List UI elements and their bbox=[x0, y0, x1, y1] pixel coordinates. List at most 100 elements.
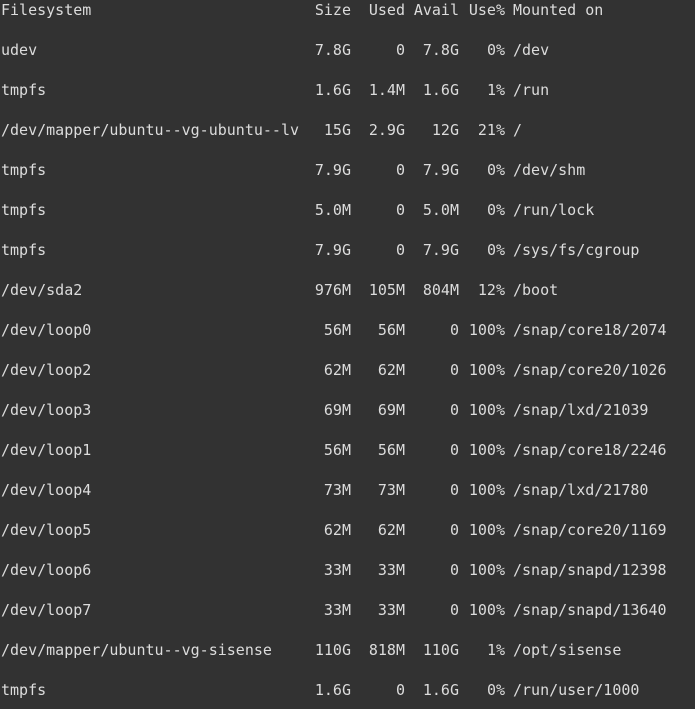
use-pct-cell: 21% bbox=[477, 121, 505, 139]
size-cell: 73M bbox=[323, 481, 351, 499]
mounted-on-cell: /sys/fs/cgroup bbox=[513, 241, 640, 259]
use-pct-cell: 100% bbox=[468, 401, 505, 419]
use-pct-cell: 0% bbox=[486, 201, 505, 219]
filesystem-cell: /dev/mapper/ubuntu--vg-ubuntu--lv bbox=[1, 121, 300, 139]
avail-cell: 0 bbox=[449, 601, 459, 619]
df-row: /dev/sda2 976M 105M 804M 12% /boot bbox=[0, 280, 695, 300]
used-cell: 73M bbox=[377, 481, 405, 499]
use-pct-cell: 100% bbox=[468, 361, 505, 379]
use-pct-cell: 12% bbox=[477, 281, 505, 299]
header-mounted-on: Mounted on bbox=[513, 1, 604, 19]
mounted-on-cell: /opt/sisense bbox=[513, 641, 622, 659]
df-row: /dev/loop1 56M 56M 0 100% /snap/core18/2246 bbox=[0, 440, 695, 460]
df-row: /dev/loop4 73M 73M 0 100% /snap/lxd/21780 bbox=[0, 480, 695, 500]
mounted-on-cell: /snap/core18/2074 bbox=[513, 321, 667, 339]
header-filesystem: Filesystem bbox=[1, 1, 92, 19]
filesystem-cell: /dev/loop3 bbox=[1, 401, 92, 419]
filesystem-cell: /dev/mapper/ubuntu--vg-sisense bbox=[1, 641, 272, 659]
mounted-on-cell: /snap/lxd/21780 bbox=[513, 481, 649, 499]
size-cell: 7.8G bbox=[314, 41, 351, 59]
mounted-on-cell: /snap/snapd/12398 bbox=[513, 561, 667, 579]
mounted-on-cell: /run/lock bbox=[513, 201, 595, 219]
filesystem-cell: tmpfs bbox=[1, 241, 47, 259]
avail-cell: 1.6G bbox=[422, 681, 459, 699]
df-row: /dev/mapper/ubuntu--vg-ubuntu--lv 15G 2.9G… bbox=[0, 120, 695, 140]
avail-cell: 0 bbox=[449, 441, 459, 459]
df-row: /dev/loop5 62M 62M 0 100% /snap/core20/1169 bbox=[0, 520, 695, 540]
mounted-on-cell: /boot bbox=[513, 281, 559, 299]
mounted-on-cell: /snap/core20/1169 bbox=[513, 521, 667, 539]
header-avail: Avail bbox=[413, 1, 459, 19]
header-used: Used bbox=[368, 1, 405, 19]
mounted-on-cell: / bbox=[513, 121, 523, 139]
size-cell: 33M bbox=[323, 561, 351, 579]
use-pct-cell: 100% bbox=[468, 481, 505, 499]
size-cell: 56M bbox=[323, 321, 351, 339]
mounted-on-cell: /dev bbox=[513, 41, 550, 59]
used-cell: 0 bbox=[395, 681, 405, 699]
use-pct-cell: 0% bbox=[486, 41, 505, 59]
df-row: /dev/loop3 69M 69M 0 100% /snap/lxd/21039 bbox=[0, 400, 695, 420]
use-pct-cell: 1% bbox=[486, 81, 505, 99]
used-cell: 0 bbox=[395, 41, 405, 59]
df-row: /dev/loop2 62M 62M 0 100% /snap/core20/1026 bbox=[0, 360, 695, 380]
used-cell: 105M bbox=[368, 281, 405, 299]
size-cell: 976M bbox=[314, 281, 351, 299]
size-cell: 1.6G bbox=[314, 81, 351, 99]
used-cell: 56M bbox=[377, 321, 405, 339]
size-cell: 1.6G bbox=[314, 681, 351, 699]
use-pct-cell: 100% bbox=[468, 321, 505, 339]
size-cell: 5.0M bbox=[314, 201, 351, 219]
size-cell: 7.9G bbox=[314, 241, 351, 259]
size-cell: 110G bbox=[314, 641, 351, 659]
used-cell: 33M bbox=[377, 561, 405, 579]
mounted-on-cell: /run bbox=[513, 81, 550, 99]
avail-cell: 0 bbox=[449, 321, 459, 339]
size-cell: 62M bbox=[323, 361, 351, 379]
avail-cell: 0 bbox=[449, 401, 459, 419]
df-row: /dev/loop0 56M 56M 0 100% /snap/core18/2074 bbox=[0, 320, 695, 340]
df-row: /dev/mapper/ubuntu--vg-sisense 110G 818M 11… bbox=[0, 640, 695, 660]
filesystem-cell: /dev/sda2 bbox=[1, 281, 83, 299]
filesystem-cell: /dev/loop2 bbox=[1, 361, 92, 379]
avail-cell: 7.8G bbox=[422, 41, 459, 59]
use-pct-cell: 0% bbox=[486, 681, 505, 699]
avail-cell: 0 bbox=[449, 521, 459, 539]
size-cell: 33M bbox=[323, 601, 351, 619]
avail-cell: 0 bbox=[449, 561, 459, 579]
df-row: tmpfs 5.0M 0 5.0M 0% /run/lock bbox=[0, 200, 695, 220]
df-row: tmpfs 1.6G 0 1.6G 0% /run/user/1000 bbox=[0, 680, 695, 700]
used-cell: 1.4M bbox=[368, 81, 405, 99]
used-cell: 2.9G bbox=[368, 121, 405, 139]
mounted-on-cell: /dev/shm bbox=[513, 161, 586, 179]
used-cell: 56M bbox=[377, 441, 405, 459]
filesystem-cell: /dev/loop5 bbox=[1, 521, 92, 539]
used-cell: 62M bbox=[377, 521, 405, 539]
avail-cell: 1.6G bbox=[422, 81, 459, 99]
used-cell: 818M bbox=[368, 641, 405, 659]
mounted-on-cell: /snap/core20/1026 bbox=[513, 361, 667, 379]
filesystem-cell: tmpfs bbox=[1, 81, 47, 99]
size-cell: 15G bbox=[323, 121, 351, 139]
filesystem-cell: tmpfs bbox=[1, 681, 47, 699]
avail-cell: 7.9G bbox=[422, 241, 459, 259]
size-cell: 7.9G bbox=[314, 161, 351, 179]
used-cell: 0 bbox=[395, 201, 405, 219]
filesystem-cell: udev bbox=[1, 41, 38, 59]
mounted-on-cell: /snap/lxd/21039 bbox=[513, 401, 649, 419]
df-row: /dev/loop7 33M 33M 0 100% /snap/snapd/13640 bbox=[0, 600, 695, 620]
mounted-on-cell: /run/user/1000 bbox=[513, 681, 640, 699]
size-cell: 69M bbox=[323, 401, 351, 419]
df-row: tmpfs 7.9G 0 7.9G 0% /sys/fs/cgroup bbox=[0, 240, 695, 260]
use-pct-cell: 1% bbox=[486, 641, 505, 659]
header-use-pct: Use% bbox=[468, 1, 505, 19]
use-pct-cell: 100% bbox=[468, 601, 505, 619]
size-cell: 62M bbox=[323, 521, 351, 539]
avail-cell: 7.9G bbox=[422, 161, 459, 179]
filesystem-cell: tmpfs bbox=[1, 201, 47, 219]
df-row: /dev/loop6 33M 33M 0 100% /snap/snapd/12398 bbox=[0, 560, 695, 580]
filesystem-cell: /dev/loop7 bbox=[1, 601, 92, 619]
use-pct-cell: 100% bbox=[468, 441, 505, 459]
mounted-on-cell: /snap/core18/2246 bbox=[513, 441, 667, 459]
used-cell: 62M bbox=[377, 361, 405, 379]
